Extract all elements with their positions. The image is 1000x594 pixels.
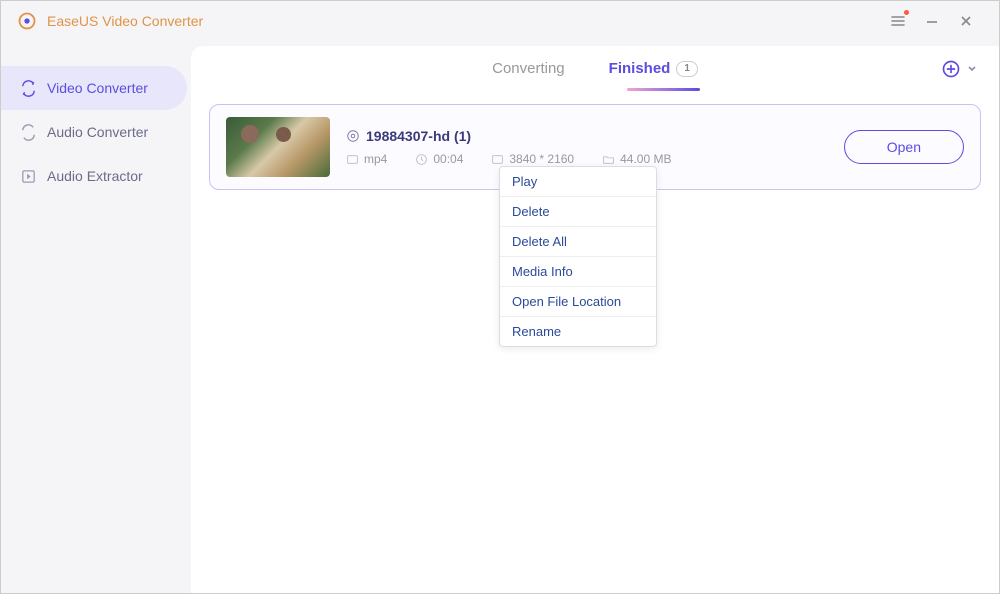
app-title: EaseUS Video Converter	[47, 13, 203, 29]
folder-icon	[602, 153, 615, 166]
file-resolution: 3840 * 2160	[491, 152, 574, 166]
tab-converting[interactable]: Converting	[470, 46, 587, 91]
audio-converter-icon	[19, 123, 37, 141]
video-converter-icon	[19, 79, 37, 97]
titlebar: EaseUS Video Converter	[1, 1, 999, 41]
sidebar: Video Converter Audio Converter Audio Ex…	[1, 41, 191, 593]
menu-button[interactable]	[881, 6, 915, 36]
close-button[interactable]	[949, 6, 983, 36]
context-item-delete-all[interactable]: Delete All	[500, 227, 656, 257]
sidebar-item-label: Audio Converter	[47, 124, 148, 140]
app-logo-icon	[17, 11, 37, 31]
context-item-delete[interactable]: Delete	[500, 197, 656, 227]
resolution-icon	[491, 153, 504, 166]
audio-extractor-icon	[19, 167, 37, 185]
context-item-rename[interactable]: Rename	[500, 317, 656, 346]
open-button[interactable]: Open	[844, 130, 964, 164]
context-item-open-file-location[interactable]: Open File Location	[500, 287, 656, 317]
notification-dot-icon	[904, 10, 909, 15]
file-format: mp4	[346, 152, 387, 166]
file-size: 44.00 MB	[602, 152, 671, 166]
sidebar-item-audio-converter[interactable]: Audio Converter	[1, 110, 187, 154]
sidebar-item-label: Video Converter	[47, 80, 148, 96]
context-menu: Play Delete Delete All Media Info Open F…	[499, 166, 657, 347]
tab-finished-count: 1	[676, 61, 698, 77]
context-item-media-info[interactable]: Media Info	[500, 257, 656, 287]
clock-icon	[415, 153, 428, 166]
tab-label: Converting	[492, 60, 565, 77]
video-file-icon	[346, 129, 360, 143]
file-info: 19884307-hd (1) mp4 00:04	[346, 128, 844, 166]
add-button[interactable]	[941, 59, 977, 79]
sidebar-item-video-converter[interactable]: Video Converter	[1, 66, 187, 110]
format-icon	[346, 153, 359, 166]
file-name: 19884307-hd (1)	[366, 128, 471, 144]
tab-label: Finished	[609, 60, 671, 77]
tab-finished[interactable]: Finished 1	[587, 46, 720, 91]
chevron-down-icon	[967, 64, 977, 74]
tabs: Converting Finished 1	[191, 46, 999, 92]
sidebar-item-label: Audio Extractor	[47, 168, 143, 184]
sidebar-item-audio-extractor[interactable]: Audio Extractor	[1, 154, 187, 198]
context-item-play[interactable]: Play	[500, 167, 656, 197]
file-duration: 00:04	[415, 152, 463, 166]
plus-circle-icon	[941, 59, 961, 79]
file-thumbnail	[226, 117, 330, 177]
minimize-button[interactable]	[915, 6, 949, 36]
